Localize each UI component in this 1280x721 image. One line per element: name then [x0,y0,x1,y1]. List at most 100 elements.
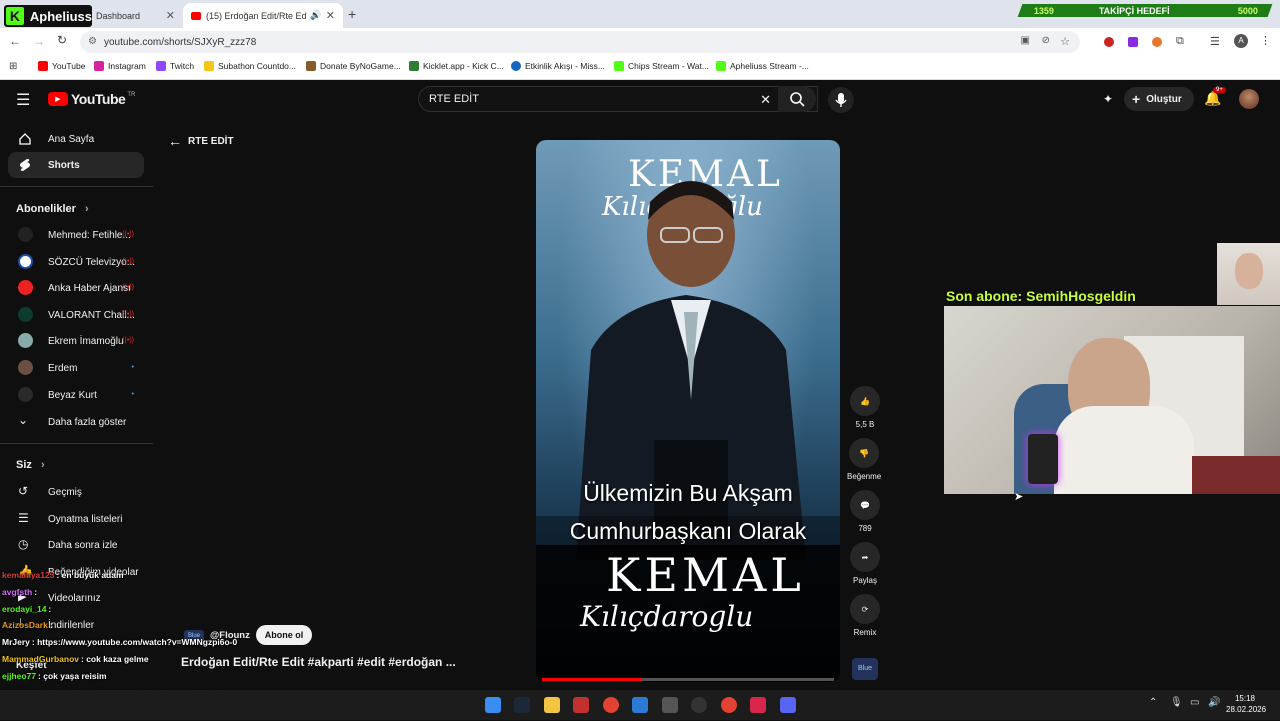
comments-button[interactable]: 💬 789 [849,490,881,533]
sidebar-item-watch-later[interactable]: ◷ Daha sonra izle [8,532,144,558]
steam-icon[interactable] [514,697,530,713]
dislike-button[interactable]: 👎 Beğenme [847,438,881,481]
history-icon: ↺ [18,484,29,498]
bookmark-twitch[interactable]: Twitch [156,61,194,71]
bookmark-star-icon[interactable]: ☆ [1060,35,1070,48]
sidebar-item-shorts[interactable]: Shorts [8,152,144,178]
forward-arrow-icon[interactable]: → [33,34,45,48]
search-input[interactable]: RTE EDİT ✕ [418,86,818,112]
hamburger-menu-icon[interactable]: ☰ [16,90,30,110]
remix-button[interactable]: ⟳ Remix [849,594,881,637]
voice-search-button[interactable] [828,87,854,113]
chat-message: MrJery: https://www.youtube.com/watch?v=… [2,637,262,654]
app-icon[interactable] [662,697,678,713]
install-icon[interactable]: ▣ [1021,35,1030,46]
close-tab-icon[interactable]: ✕ [166,9,175,22]
kebab-menu-icon[interactable]: ⋮ [1260,34,1271,47]
live-icon: ((•)) [122,231,134,238]
apps-grid-icon[interactable]: ⊞ [9,61,17,72]
new-content-dot-icon: • [131,391,134,398]
bookmark-bynogame[interactable]: Donate ByNoGame... [306,61,401,71]
short-video-player[interactable]: KEMAL Kılıçdaroğlu Ülkemizin Bu Akşam Cu… [536,140,840,682]
tab-label: (15) Erdoğan Edit/Rte Edit [206,10,306,21]
app-icon[interactable] [632,697,648,713]
tray-chevron-icon[interactable]: ⌃ [1149,697,1157,708]
back-arrow-icon[interactable]: ← [9,34,21,48]
live-icon: ((•)) [122,284,134,291]
sidebar-item-playlists[interactable]: ☰ Oynatma listeleri [8,506,144,532]
back-arrow-icon: ← [168,133,182,149]
bookmark-subathon[interactable]: Subathon Countdo... [204,61,296,71]
chat-username: kemalaya123 [2,570,55,580]
search-button[interactable] [778,86,816,112]
channel-avatar [18,254,33,269]
back-to-search-button[interactable]: ← RTE EDİT [168,133,234,149]
bookmark-etkinlik[interactable]: Etkinlik Akışı - Miss... [511,61,605,71]
clear-search-icon[interactable]: ✕ [760,92,771,108]
bookmark-youtube[interactable]: YouTube [38,61,85,71]
app-icon[interactable] [750,697,766,713]
sidebar-item-subscription[interactable]: SÖZCÜ Televizyo... ((•)) [8,249,144,275]
close-tab-icon[interactable]: ✕ [326,9,335,22]
sidebar-item-subscription[interactable]: Erdem • [8,355,144,381]
sidebar-item-subscription[interactable]: Mehmed: Fetihle... ((•)) [8,222,144,248]
live-icon: ((•)) [122,311,134,318]
sidebar-item-subscription[interactable]: VALORANT Chall... ((•)) [8,302,144,328]
profile-avatar-icon[interactable]: A [1234,34,1248,48]
new-tab-button[interactable]: + [348,6,356,22]
show-more-button[interactable]: ⌄ Daha fazla göster [8,409,144,435]
chat-text: : çok yaşa reisim [38,670,107,681]
chrome-icon[interactable] [721,697,737,713]
sidebar-item-history[interactable]: ↺ Geçmiş [8,479,144,505]
bookmark-kicklet[interactable]: Kicklet.app - Kick C... [409,61,504,71]
notifications-button[interactable]: 🔔 9+ [1204,87,1226,108]
tab-dashboard[interactable]: Dashboard ✕ [88,3,183,28]
sidebar-item-subscription[interactable]: Anka Haber Ajansı ((•)) [8,275,144,301]
obs-icon[interactable] [691,697,707,713]
chat-message: avgfsth: [2,587,262,604]
network-icon[interactable]: ▭ [1190,697,1199,708]
sidebar-item-subscription[interactable]: Beyaz Kurt • [8,382,144,408]
chrome-icon[interactable] [603,697,619,713]
tab-youtube-short[interactable]: (15) Erdoğan Edit/Rte Edit 🔊 ✕ [183,3,343,28]
system-clock[interactable]: 15:18 28.02.2026 [1226,693,1266,715]
site-info-icon[interactable]: ⚙ [88,36,97,47]
bookmark-apheliuss-stream[interactable]: Apheliuss Stream -... [716,61,809,71]
cast-icon[interactable]: ✦ [1103,92,1113,106]
create-button[interactable]: + Oluştur [1124,87,1194,111]
share-button[interactable]: ➦ Paylaş [849,542,881,585]
subscriptions-header[interactable]: Abonelikler › [16,203,89,215]
video-progress-track[interactable] [542,678,834,681]
volume-icon[interactable]: 🔊 [1208,697,1220,708]
you-header[interactable]: Siz › [16,459,45,471]
mic-tray-icon[interactable]: 🎙 [1170,697,1183,708]
reading-list-icon[interactable]: ☰ [1210,35,1220,48]
youtube-logo[interactable]: ▶ YouTube TR [48,91,135,107]
puzzle-extensions-icon[interactable]: ⧉ [1176,35,1184,48]
sidebar-item-subscription[interactable]: Ekrem İmamoğlu ((•)) [8,328,144,354]
etkinlik-icon [511,61,521,71]
sound-thumbnail[interactable]: Blue [852,658,878,680]
follow-goal-bar: 1359 TAKİPÇİ HEDEFİ 5000 [1017,4,1273,17]
bookmark-instagram[interactable]: Instagram [94,61,146,71]
speaker-icon[interactable]: 🔊 [310,10,321,21]
reload-icon[interactable]: ↻ [57,33,67,47]
chat-text: : cok kaza gelme [81,653,149,664]
windows-start-icon[interactable] [485,697,501,713]
account-avatar[interactable] [1239,89,1259,109]
bookmark-chips-stream[interactable]: Chips Stream - Wat... [614,61,709,71]
sidebar-item-home[interactable]: Ana Sayfa [8,126,144,152]
extension-icon[interactable] [1152,37,1162,47]
youtube-play-icon: ▶ [48,92,68,106]
app-icon[interactable] [573,697,589,713]
extension-icon[interactable] [1128,37,1138,47]
extension-icon[interactable] [1104,37,1114,47]
share-label: Paylaş [852,576,877,585]
file-explorer-icon[interactable] [544,697,560,713]
address-bar[interactable]: ⚙ youtube.com/shorts/SJXyR_zzz78 ☆ ⊘ ▣ [80,31,1080,53]
live-icon: ((•)) [122,258,134,265]
subscribe-button[interactable]: Abone ol [256,625,312,645]
eye-off-icon[interactable]: ⊘ [1042,35,1050,46]
like-button[interactable]: 👍 5,5 B [849,386,881,429]
discord-icon[interactable] [780,697,796,713]
